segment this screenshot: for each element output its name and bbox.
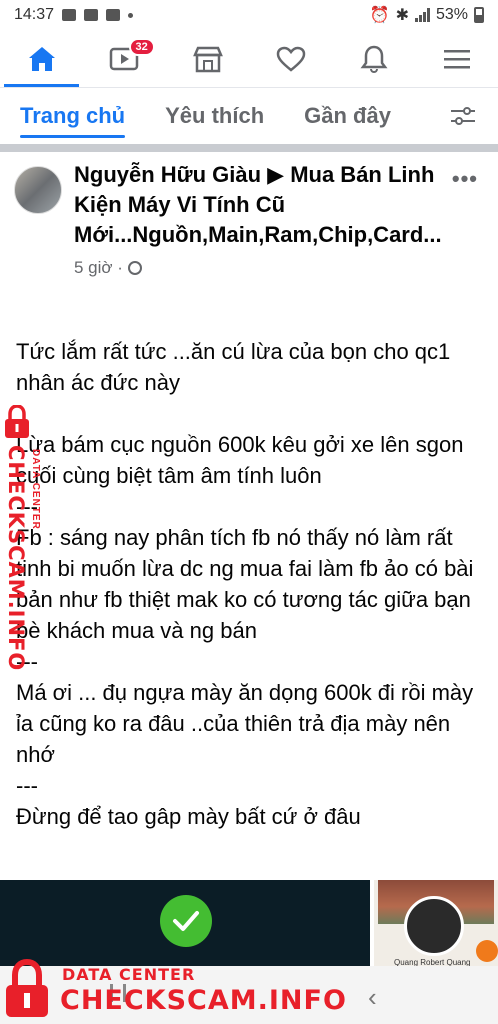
- post-author[interactable]: Nguyễn Hữu Giàu ▶ Mua Bán Linh Kiện Máy …: [74, 160, 454, 250]
- watermark-label: DATA CENTER: [62, 965, 196, 984]
- post-time[interactable]: 5 giờ ·: [74, 258, 454, 278]
- top-nav: 32: [0, 30, 498, 88]
- post-paragraph: Má ơi ... đụ ngựa mày ăn dọng 600k đi rồ…: [16, 680, 474, 767]
- thumbnail-name: Quang Robert Quang: [394, 958, 471, 966]
- post-paragraph: Đừng để tao gâp mày bất cứ ở đâu: [16, 804, 361, 829]
- lock-icon: [6, 959, 48, 1017]
- home-icon: [28, 46, 55, 71]
- filter-button[interactable]: [448, 101, 478, 131]
- post-paragraph: Lừa bám cục nguồn 600k kêu gởi xe lên sg…: [16, 432, 464, 488]
- filter-icon: [451, 107, 475, 125]
- battery-icon: [474, 7, 484, 23]
- feed-tabs: Trang chủ Yêu thích Gần đây: [0, 88, 498, 144]
- tab-favorites[interactable]: Yêu thích: [165, 88, 264, 144]
- thumbnail-badge-icon: [476, 940, 498, 962]
- post-paragraph: Tức lắm rất tức ...ăn cú lừa của bọn cho…: [16, 339, 451, 395]
- side-watermark-label: DATA CENTER: [30, 449, 41, 530]
- post-header: Nguyễn Hữu Giàu ▶ Mua Bán Linh Kiện Máy …: [0, 160, 498, 278]
- notifications-icon: [360, 45, 387, 73]
- messenger-icon: [84, 9, 99, 21]
- post-time-label: 5 giờ ·: [74, 258, 123, 277]
- nav-home[interactable]: [0, 30, 83, 87]
- signal-icon: [414, 8, 430, 22]
- globe-icon: [127, 261, 142, 275]
- dot-icon: [128, 12, 134, 18]
- nav-menu[interactable]: [415, 30, 498, 87]
- lock-icon: [5, 405, 29, 438]
- tab-home[interactable]: Trang chủ: [20, 88, 126, 144]
- post-divider: ---: [16, 649, 38, 674]
- post-divider: ---: [16, 773, 38, 798]
- alarm-icon: ⏰: [369, 7, 390, 24]
- status-bar: 14:37 ⏰ ✱ 53%: [0, 0, 498, 30]
- status-time: 14:37: [14, 6, 55, 23]
- mail-icon: [106, 9, 121, 21]
- check-icon: [160, 895, 212, 947]
- watch-badge: 32: [128, 38, 155, 56]
- thumbnail-avatar: [404, 896, 464, 956]
- menu-icon: [443, 49, 470, 68]
- nav-watch[interactable]: 32: [83, 30, 166, 87]
- video-player[interactable]: [0, 880, 370, 966]
- back-button[interactable]: ‹: [368, 982, 377, 1013]
- post-meta: Nguyễn Hữu Giàu ▶ Mua Bán Linh Kiện Máy …: [74, 160, 454, 278]
- nav-dating[interactable]: [249, 30, 332, 87]
- battery-percent: 53%: [435, 6, 468, 23]
- marketplace-icon: [192, 46, 223, 72]
- post-paragraph: Fb : sáng nay phân tích fb nó thấy nó là…: [16, 525, 474, 643]
- dating-icon: [276, 46, 305, 72]
- nav-notifications[interactable]: [332, 30, 415, 87]
- tab-recent[interactable]: Gần đây: [304, 88, 391, 144]
- nav-marketplace[interactable]: [166, 30, 249, 87]
- feed-separator: [0, 144, 498, 152]
- post-divider: ---: [16, 494, 38, 519]
- more-options-button[interactable]: •••: [452, 166, 478, 192]
- watermark-site: CHECKSCAM.INFO: [60, 985, 347, 1016]
- video-thumbnail[interactable]: Quang Robert Quang: [374, 880, 498, 966]
- bluetooth-icon: ✱: [395, 7, 409, 24]
- image-icon: [62, 9, 77, 21]
- post-body: Tức lắm rất tức ...ăn cú lừa của bọn cho…: [16, 336, 486, 832]
- avatar[interactable]: [14, 166, 62, 214]
- side-watermark: CHECKSCAM.INFO DATA CENTER: [2, 405, 50, 671]
- side-watermark-site: CHECKSCAM.INFO: [4, 445, 28, 672]
- bottom-watermark: DATA CENTER CHECKSCAM.INFO: [4, 955, 346, 1021]
